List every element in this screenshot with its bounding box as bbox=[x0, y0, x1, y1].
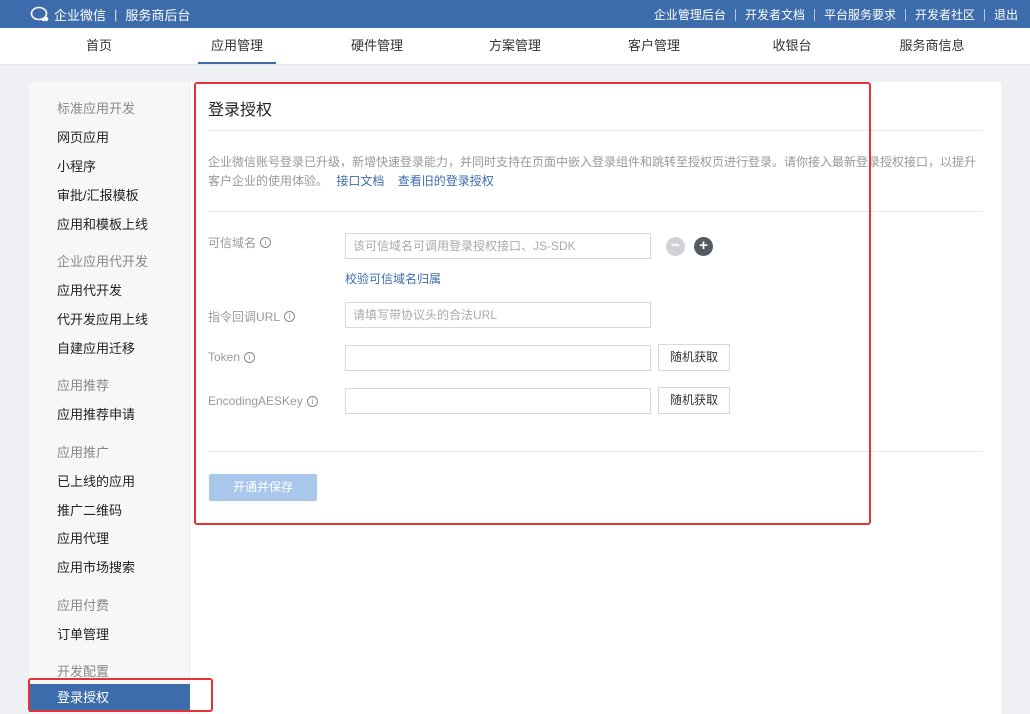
wecom-logo-icon bbox=[30, 6, 49, 22]
tab-home[interactable]: 首页 bbox=[69, 28, 129, 64]
callback-url-input[interactable] bbox=[345, 302, 651, 328]
enable-and-save-button[interactable]: 开通并保存 bbox=[209, 474, 317, 501]
sidebar-group-promotion: 应用推广 bbox=[57, 445, 110, 460]
divider bbox=[734, 8, 736, 21]
description: 企业微信账号登录已升级，新增快速登录能力，并同时支持在页面中嵌入登录组件和跳转至… bbox=[208, 153, 983, 191]
sidebar-item-recommend-apply[interactable]: 应用推荐申请 bbox=[57, 404, 135, 423]
tab-hardware-management[interactable]: 硬件管理 bbox=[338, 28, 416, 64]
sidebar-item-approval-template[interactable]: 审批/汇报模板 bbox=[57, 185, 139, 204]
aeskey-random-button[interactable]: 随机获取 bbox=[658, 387, 730, 414]
content-card: 标准应用开发 网页应用 小程序 审批/汇报模板 应用和模板上线 企业应用代开发 … bbox=[29, 82, 1001, 714]
brand-name: 企业微信 bbox=[54, 7, 107, 23]
sidebar-item-mini-program[interactable]: 小程序 bbox=[57, 156, 96, 175]
divider bbox=[208, 451, 983, 452]
token-label-text: Token bbox=[208, 350, 241, 364]
sidebar-group-agent-dev: 企业应用代开发 bbox=[57, 254, 149, 269]
verify-domain-link[interactable]: 校验可信域名归属 bbox=[345, 270, 441, 287]
divider bbox=[904, 8, 906, 21]
info-icon[interactable]: i bbox=[260, 237, 272, 248]
link-developer-docs[interactable]: 开发者文档 bbox=[745, 6, 805, 23]
tab-provider-info[interactable]: 服务商信息 bbox=[891, 28, 973, 64]
info-icon[interactable]: i bbox=[306, 395, 318, 407]
sidebar-item-agent-launch[interactable]: 代开发应用上线 bbox=[57, 309, 148, 328]
tab-app-management[interactable]: 应用管理 bbox=[198, 28, 276, 64]
link-developer-community[interactable]: 开发者社区 bbox=[915, 6, 975, 23]
link-logout[interactable]: 退出 bbox=[994, 6, 1018, 23]
aeskey-input[interactable] bbox=[345, 388, 651, 414]
sidebar-group-payment: 应用付费 bbox=[57, 598, 110, 613]
sidebar-group-dev-config: 开发配置 bbox=[57, 664, 110, 679]
token-input[interactable] bbox=[345, 345, 651, 371]
sidebar-item-launched-apps[interactable]: 已上线的应用 bbox=[57, 471, 135, 490]
page-title: 登录授权 bbox=[208, 102, 273, 119]
token-label: Token i bbox=[208, 350, 256, 364]
trusted-domain-label: 可信域名 i bbox=[208, 234, 272, 251]
brand-separator: | bbox=[114, 6, 118, 22]
trusted-domain-label-text: 可信域名 bbox=[208, 236, 257, 250]
sidebar: 标准应用开发 网页应用 小程序 审批/汇报模板 应用和模板上线 企业应用代开发 … bbox=[29, 82, 190, 714]
sidebar-item-login-auth[interactable]: 登录授权 bbox=[29, 684, 190, 712]
old-login-auth-link[interactable]: 查看旧的登录授权 bbox=[398, 174, 494, 188]
remove-domain-icon[interactable]: − bbox=[666, 237, 685, 256]
brand-subtitle: 服务商后台 bbox=[125, 7, 191, 23]
callback-url-label: 指令回调URL i bbox=[208, 308, 296, 325]
api-docs-link[interactable]: 接口文档 bbox=[336, 174, 384, 188]
tab-solution-management[interactable]: 方案管理 bbox=[476, 28, 554, 64]
info-icon[interactable]: i bbox=[244, 351, 256, 363]
sidebar-item-agent-dev[interactable]: 应用代开发 bbox=[57, 280, 122, 299]
description-text: 企业微信账号登录已升级，新增快速登录能力，并同时支持在页面中嵌入登录组件和跳转至… bbox=[208, 155, 977, 188]
sidebar-group-recommend: 应用推荐 bbox=[57, 378, 110, 393]
divider bbox=[983, 8, 985, 21]
tab-customer-management[interactable]: 客户管理 bbox=[615, 28, 693, 64]
aeskey-label: EncodingAESKey i bbox=[208, 394, 318, 408]
sidebar-item-orders[interactable]: 订单管理 bbox=[57, 624, 109, 643]
token-random-button[interactable]: 随机获取 bbox=[658, 344, 730, 371]
main-nav: 首页 应用管理 硬件管理 方案管理 客户管理 收银台 服务商信息 bbox=[0, 28, 1030, 65]
link-enterprise-admin[interactable]: 企业管理后台 bbox=[654, 6, 726, 23]
sidebar-item-web-app[interactable]: 网页应用 bbox=[57, 127, 109, 146]
sidebar-item-app-migration[interactable]: 自建应用迁移 bbox=[57, 338, 135, 357]
trusted-domain-input[interactable] bbox=[345, 233, 651, 259]
tab-cashier[interactable]: 收银台 bbox=[760, 28, 824, 64]
brand[interactable]: 企业微信 | 服务商后台 bbox=[30, 5, 190, 23]
sidebar-item-app-agent[interactable]: 应用代理 bbox=[57, 528, 109, 547]
sidebar-item-promo-qrcode[interactable]: 推广二维码 bbox=[57, 500, 122, 519]
info-icon[interactable]: i bbox=[284, 311, 296, 322]
divider bbox=[208, 211, 983, 212]
sidebar-item-app-launch[interactable]: 应用和模板上线 bbox=[57, 214, 148, 233]
link-platform-requirements[interactable]: 平台服务要求 bbox=[824, 6, 896, 23]
add-domain-icon[interactable]: + bbox=[694, 237, 713, 256]
sidebar-item-market-search[interactable]: 应用市场搜索 bbox=[57, 557, 135, 576]
top-links: 企业管理后台 开发者文档 平台服务要求 开发者社区 退出 bbox=[654, 6, 1018, 23]
sidebar-group-standard-dev: 标准应用开发 bbox=[57, 101, 136, 116]
top-bar: 企业微信 | 服务商后台 企业管理后台 开发者文档 平台服务要求 开发者社区 退… bbox=[0, 0, 1030, 28]
callback-url-label-text: 指令回调URL bbox=[208, 310, 281, 324]
divider bbox=[208, 130, 983, 131]
aeskey-label-text: EncodingAESKey bbox=[208, 394, 303, 408]
divider bbox=[813, 8, 815, 21]
